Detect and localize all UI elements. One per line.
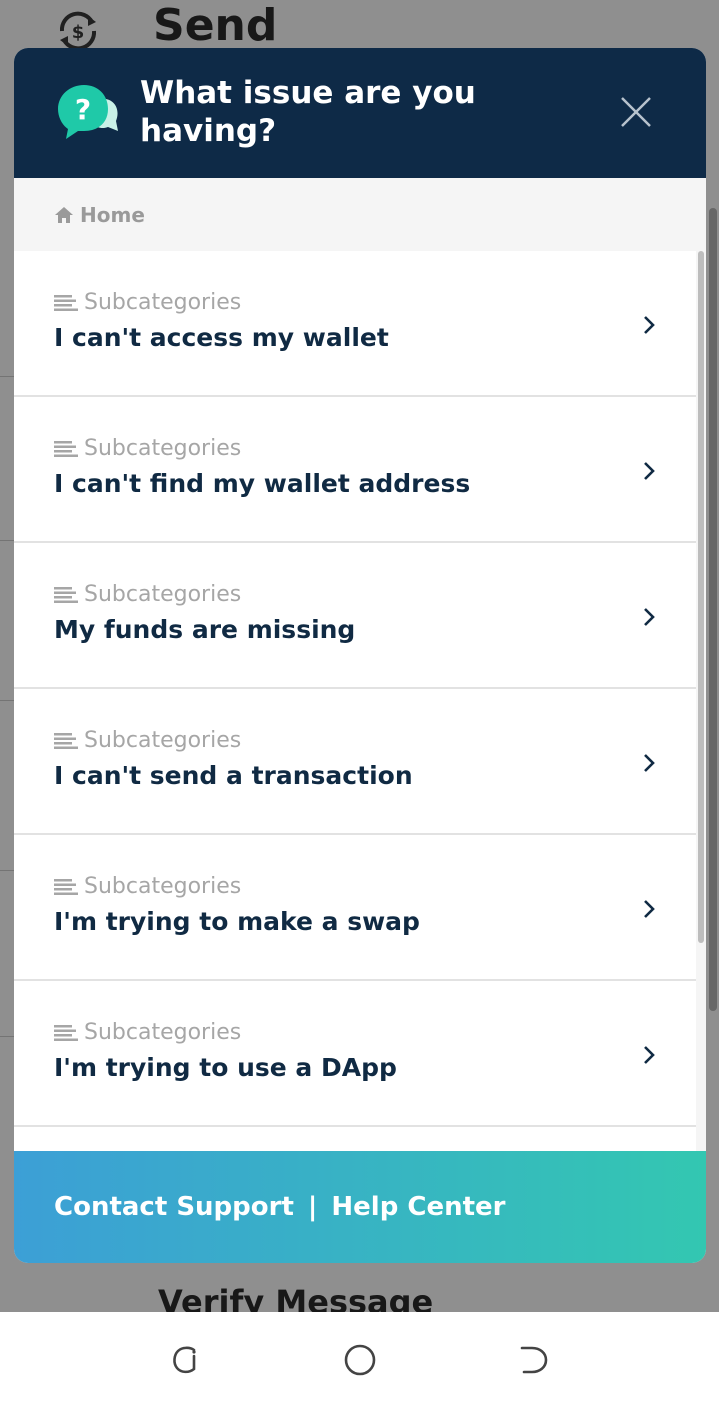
list-scrollbar[interactable]	[696, 251, 706, 1151]
breadcrumb[interactable]: Home	[14, 178, 706, 251]
item-label: I can't send a transaction	[54, 761, 413, 790]
item-type: Subcategories	[54, 873, 241, 901]
item-label: I can't access my wallet	[54, 323, 389, 352]
item-type: Subcategories	[54, 289, 241, 317]
modal-title: What issue are you having?	[140, 75, 476, 149]
lines-icon	[54, 587, 78, 603]
recent-apps-icon[interactable]	[168, 1342, 204, 1378]
issue-item-use-dapp[interactable]: Subcategories I'm trying to use a DApp	[14, 981, 696, 1127]
item-type: Subcategories	[54, 1019, 241, 1047]
issue-item-find-address[interactable]: Subcategories I can't find my wallet add…	[14, 397, 696, 543]
item-type: Subcategories	[54, 727, 241, 755]
list-scrollbar-thumb[interactable]	[698, 251, 704, 943]
issue-item-partial[interactable]	[14, 1127, 696, 1151]
issue-item-access-wallet[interactable]: Subcategories I can't access my wallet	[14, 251, 696, 397]
item-label: I'm trying to use a DApp	[54, 1053, 397, 1082]
item-type-label: Subcategories	[84, 874, 242, 899]
item-type-label: Subcategories	[84, 436, 242, 461]
chevron-right-icon	[644, 608, 655, 626]
item-type-label: Subcategories	[84, 1020, 242, 1045]
svg-text:?: ?	[75, 93, 91, 126]
help-modal: ? What issue are you having? Home Subcat…	[14, 48, 706, 1263]
footer-separator: |	[307, 1192, 318, 1222]
close-icon[interactable]	[614, 90, 658, 134]
item-type-label: Subcategories	[84, 582, 242, 607]
lines-icon	[54, 733, 78, 749]
chevron-right-icon	[644, 900, 655, 918]
issue-item-funds-missing[interactable]: Subcategories My funds are missing	[14, 543, 696, 689]
home-circle-icon[interactable]	[342, 1342, 378, 1378]
system-nav-bar	[0, 1312, 719, 1406]
chevron-right-icon	[644, 462, 655, 480]
lines-icon	[54, 441, 78, 457]
item-label: My funds are missing	[54, 615, 356, 644]
help-center-link[interactable]: Help Center	[331, 1192, 505, 1222]
modal-header: ? What issue are you having?	[14, 48, 706, 178]
lines-icon	[54, 879, 78, 895]
modal-footer: Contact Support | Help Center	[14, 1151, 706, 1263]
home-icon	[55, 206, 73, 223]
chevron-right-icon	[644, 1046, 655, 1064]
page-scrollbar[interactable]	[709, 208, 717, 1011]
contact-support-link[interactable]: Contact Support	[54, 1192, 294, 1222]
lines-icon	[54, 1025, 78, 1041]
item-type-label: Subcategories	[84, 728, 242, 753]
item-label: I'm trying to make a swap	[54, 907, 420, 936]
item-type-label: Subcategories	[84, 290, 242, 315]
help-chat-icon: ?	[58, 85, 118, 139]
item-label: I can't find my wallet address	[54, 469, 471, 498]
item-type: Subcategories	[54, 435, 241, 463]
issue-item-send-transaction[interactable]: Subcategories I can't send a transaction	[14, 689, 696, 835]
back-icon[interactable]	[516, 1342, 552, 1378]
breadcrumb-home[interactable]: Home	[80, 203, 145, 227]
item-type: Subcategories	[54, 581, 241, 609]
chevron-right-icon	[644, 316, 655, 334]
chevron-right-icon	[644, 754, 655, 772]
issue-list: Subcategories I can't access my wallet S…	[14, 251, 696, 1151]
issue-item-make-swap[interactable]: Subcategories I'm trying to make a swap	[14, 835, 696, 981]
lines-icon	[54, 295, 78, 311]
